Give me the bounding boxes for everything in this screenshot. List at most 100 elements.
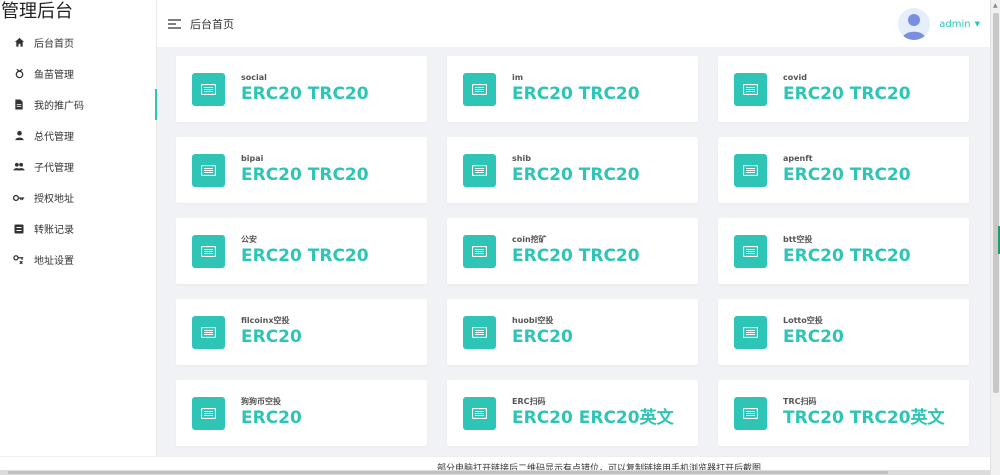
card-name: coin挖矿 <box>512 235 547 244</box>
promo-card[interactable]: covid ERC20 TRC20 <box>718 56 969 122</box>
card-text: shib ERC20 TRC20 <box>512 154 640 186</box>
card-icon <box>463 153 496 187</box>
promo-card[interactable]: bipai ERC20 TRC20 <box>176 137 427 203</box>
user-menu[interactable]: admin ▼ <box>898 8 980 40</box>
sidebar-item-transfers[interactable]: 转账记录 <box>0 213 156 244</box>
sidebar-item-label: 鱼苗管理 <box>34 70 74 81</box>
card-text: Lotto空投 ERC20 <box>783 316 844 348</box>
card-name: im <box>512 73 524 82</box>
promo-card[interactable]: 公安 ERC20 TRC20 <box>176 218 427 284</box>
card-types: ERC20 TRC20 <box>241 165 369 185</box>
card-text: ERC扫码 ERC20 ERC20英文 <box>512 397 674 429</box>
sidebar-item-label: 授权地址 <box>34 194 74 205</box>
promo-card[interactable]: Lotto空投 ERC20 <box>718 299 969 365</box>
sidebar-item-label: 地址设置 <box>34 256 74 267</box>
sidebar-item-fish[interactable]: 鱼苗管理 <box>0 58 156 89</box>
vertical-scrollbar[interactable]: ▲ <box>990 0 1000 475</box>
sidebar-item-label: 后台首页 <box>34 39 74 50</box>
sidebar-item-address-settings[interactable]: 地址设置 <box>0 244 156 275</box>
card-name: ERC扫码 <box>512 397 546 406</box>
card-text: im ERC20 TRC20 <box>512 73 640 105</box>
fish-icon <box>13 68 25 80</box>
card-name: shib <box>512 154 531 163</box>
card-icon <box>192 153 225 187</box>
scroll-up-icon[interactable]: ▲ <box>993 2 998 9</box>
card-types: ERC20 <box>512 327 573 347</box>
card-text: TRC扫码 TRC20 TRC20英文 <box>783 397 945 429</box>
sidebar-menu: 后台首页 鱼苗管理 我的推广码 总代管理 子代管理 授权地址 转账记录 地址设置 <box>0 27 157 275</box>
promo-card[interactable]: 狗狗币空投 ERC20 <box>176 380 427 446</box>
sidebar-item-promo-code[interactable]: 我的推广码 <box>0 89 157 120</box>
user-icon <box>13 130 25 142</box>
sidebar-item-sub-agents[interactable]: 子代管理 <box>0 151 156 182</box>
card-icon <box>192 234 225 268</box>
card-name: covid <box>783 73 807 82</box>
card-types: ERC20 TRC20 <box>783 165 911 185</box>
sidebar-item-home[interactable]: 后台首页 <box>0 27 156 58</box>
promo-card[interactable]: im ERC20 TRC20 <box>447 56 698 122</box>
promo-card[interactable]: shib ERC20 TRC20 <box>447 137 698 203</box>
card-types: TRC20 TRC20英文 <box>783 408 945 428</box>
card-types: ERC20 TRC20 <box>512 246 640 266</box>
card-name: apenft <box>783 154 813 163</box>
card-types: ERC20 TRC20 <box>241 246 369 266</box>
card-text: huobi空投 ERC20 <box>512 316 573 348</box>
card-icon <box>192 315 225 349</box>
card-text: 公安 ERC20 TRC20 <box>241 235 369 267</box>
promo-card[interactable]: huobi空投 ERC20 <box>447 299 698 365</box>
chevron-down-icon: ▼ <box>974 20 980 28</box>
card-name: bipai <box>241 154 264 163</box>
sidebar-item-agents[interactable]: 总代管理 <box>0 120 156 151</box>
card-icon <box>734 396 767 430</box>
sidebar-item-label: 总代管理 <box>34 132 74 143</box>
card-icon <box>192 396 225 430</box>
card-name: social <box>241 73 267 82</box>
card-name: btt空投 <box>783 235 813 244</box>
username: admin <box>939 18 971 30</box>
card-icon <box>734 315 767 349</box>
promo-card[interactable]: btt空投 ERC20 TRC20 <box>718 218 969 284</box>
card-icon <box>463 396 496 430</box>
card-name: 公安 <box>241 235 257 244</box>
card-text: bipai ERC20 TRC20 <box>241 154 369 186</box>
card-icon <box>734 234 767 268</box>
list-icon <box>13 223 25 235</box>
card-name: Lotto空投 <box>783 316 823 325</box>
card-types: ERC20 TRC20 <box>241 84 369 104</box>
promo-card[interactable]: social ERC20 TRC20 <box>176 56 427 122</box>
card-icon <box>734 72 767 106</box>
card-text: 狗狗币空投 ERC20 <box>241 397 302 429</box>
card-types: ERC20 <box>241 327 302 347</box>
promo-card[interactable]: apenft ERC20 TRC20 <box>718 137 969 203</box>
promo-card[interactable]: coin挖矿 ERC20 TRC20 <box>447 218 698 284</box>
card-types: ERC20 TRC20 <box>783 246 911 266</box>
card-text: social ERC20 TRC20 <box>241 73 369 105</box>
card-name: TRC扫码 <box>783 397 817 406</box>
card-text: btt空投 ERC20 TRC20 <box>783 235 911 267</box>
scrollbar-thumb[interactable] <box>993 13 999 393</box>
card-types: ERC20 TRC20 <box>512 165 640 185</box>
menu-toggle-icon[interactable] <box>168 18 182 30</box>
page-title: 后台首页 <box>190 17 234 31</box>
card-types: ERC20 ERC20英文 <box>512 408 674 428</box>
key-icon <box>13 192 25 204</box>
brand-title: 管理后台 <box>1 1 73 22</box>
card-text: coin挖矿 ERC20 TRC20 <box>512 235 640 267</box>
card-types: ERC20 <box>241 408 302 428</box>
promo-card[interactable]: TRC扫码 TRC20 TRC20英文 <box>718 380 969 446</box>
avatar <box>898 8 931 40</box>
card-text: apenft ERC20 TRC20 <box>783 154 911 186</box>
horizontal-scrollbar[interactable] <box>0 470 990 475</box>
sidebar-item-label: 转账记录 <box>34 225 74 236</box>
promo-card-grid: social ERC20 TRC20 im ERC20 TRC20 covid ERC20… <box>176 56 969 446</box>
card-types: ERC20 TRC20 <box>512 84 640 104</box>
sidebar-item-auth-address[interactable]: 授权地址 <box>0 182 156 213</box>
promo-card[interactable]: ERC扫码 ERC20 ERC20英文 <box>447 380 698 446</box>
top-header: 后台首页 admin ▼ <box>157 0 990 47</box>
card-name: 狗狗币空投 <box>241 397 281 406</box>
horizontal-scrollbar-thumb[interactable] <box>8 471 888 474</box>
card-icon <box>463 72 496 106</box>
card-types: ERC20 <box>783 327 844 347</box>
sidebar-item-label: 子代管理 <box>34 163 74 174</box>
promo-card[interactable]: filcoinx空投 ERC20 <box>176 299 427 365</box>
